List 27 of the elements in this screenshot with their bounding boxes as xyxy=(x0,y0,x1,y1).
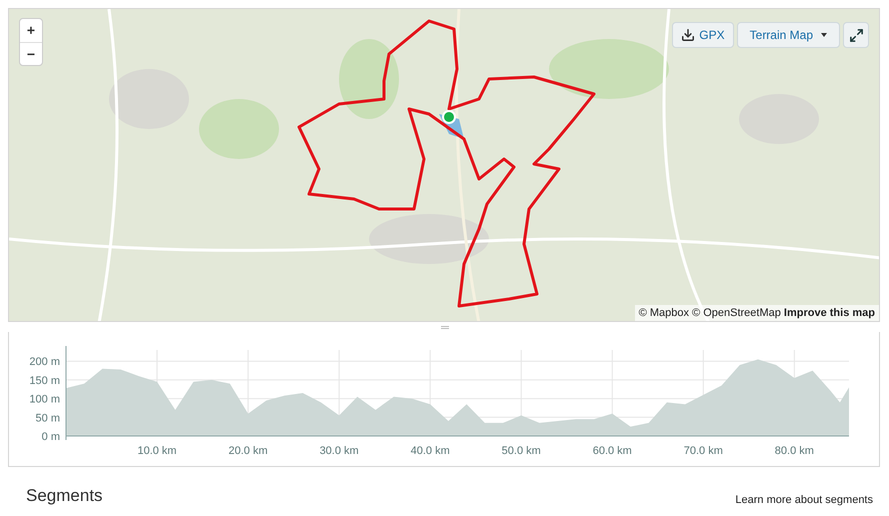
x-tick-label: 70.0 km xyxy=(684,445,723,457)
y-tick-label: 50 m xyxy=(36,412,60,424)
fullscreen-icon xyxy=(848,28,864,42)
segments-heading: Segments xyxy=(26,485,103,507)
attribution-text: © Mapbox © OpenStreetMap xyxy=(638,306,782,318)
resize-handle[interactable] xyxy=(440,326,448,328)
improve-map-link[interactable]: Improve this map xyxy=(784,306,875,318)
caret-icon xyxy=(821,33,827,37)
y-tick-label: 100 m xyxy=(29,394,60,406)
download-icon xyxy=(681,28,696,42)
x-tick-label: 20.0 km xyxy=(228,445,268,457)
map-type-dropdown[interactable]: Terrain Map xyxy=(736,22,840,48)
fullscreen-button[interactable] xyxy=(843,22,869,48)
x-tick-label: 10.0 km xyxy=(137,445,177,457)
x-tick-label: 80.0 km xyxy=(774,445,814,457)
zoom-button[interactable]: − xyxy=(20,42,42,65)
gpx-download-button[interactable]: GPX xyxy=(672,22,734,48)
y-tick-label: 150 m xyxy=(29,374,60,387)
x-tick-label: 50.0 km xyxy=(502,445,541,457)
x-tick-label: 40.0 km xyxy=(410,445,450,457)
x-tick-label: 30.0 km xyxy=(320,445,359,457)
map-view[interactable]: + − GPX Terrain Map © Mapbox © OpenStreetMap Improve this map xyxy=(8,8,880,322)
y-tick-label: 200 m xyxy=(29,356,60,368)
y-tick-label: 0 m xyxy=(42,431,60,443)
zoom-button[interactable]: + xyxy=(20,19,42,42)
learn-more-link[interactable]: Learn more about segments xyxy=(735,492,873,508)
x-tick-label: 60.0 km xyxy=(592,445,632,457)
